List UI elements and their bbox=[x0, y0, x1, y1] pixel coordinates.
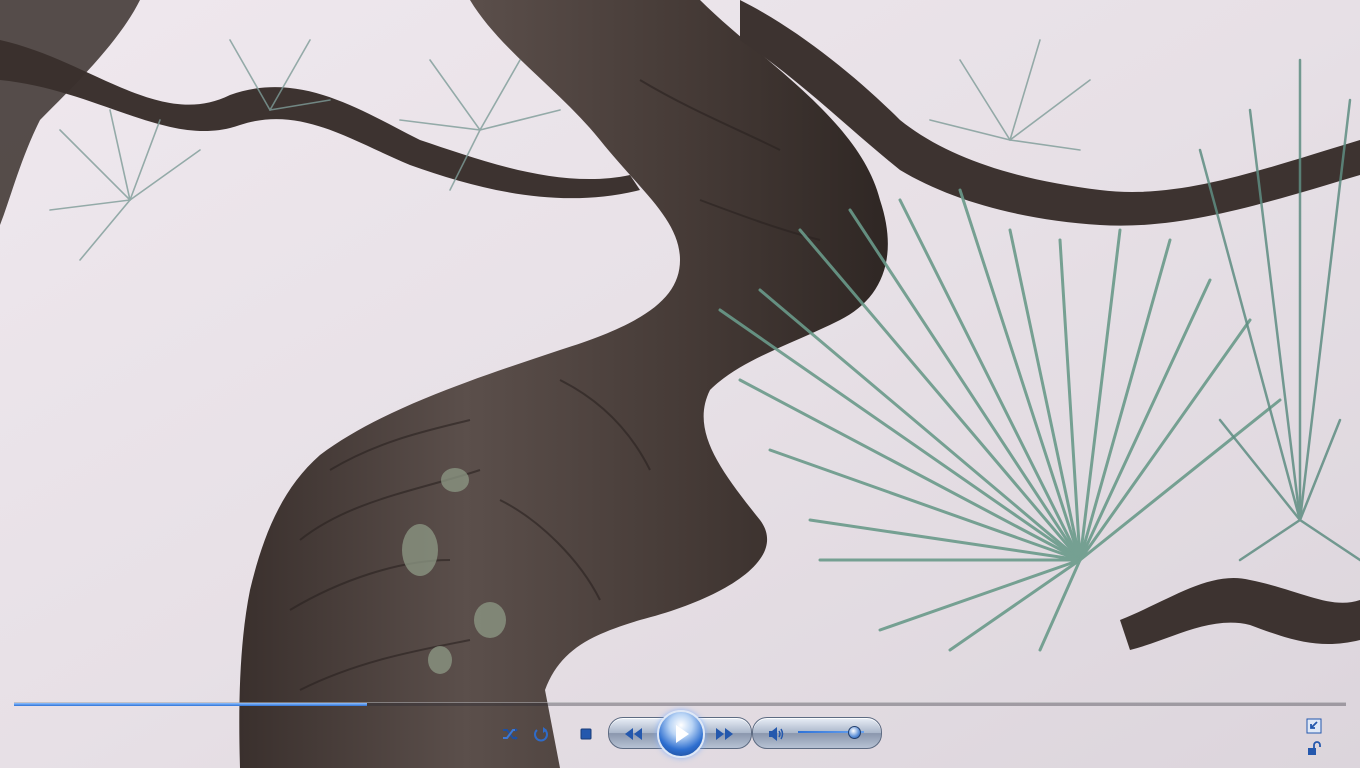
stop-button[interactable] bbox=[574, 722, 598, 746]
fullscreen-icon bbox=[1308, 741, 1321, 755]
rewind-icon bbox=[625, 728, 642, 740]
speaker-icon bbox=[769, 727, 784, 741]
video-frame[interactable] bbox=[0, 0, 1360, 768]
repeat-button[interactable] bbox=[529, 722, 553, 746]
seek-track bbox=[14, 702, 1346, 706]
switch-to-library-icon bbox=[1306, 718, 1322, 734]
media-player-window bbox=[0, 0, 1360, 768]
volume-slider-thumb[interactable] bbox=[848, 726, 861, 739]
previous-button[interactable] bbox=[622, 722, 646, 746]
mute-button[interactable] bbox=[764, 722, 788, 746]
repeat-icon bbox=[534, 727, 548, 742]
shuffle-icon bbox=[503, 728, 518, 740]
next-button[interactable] bbox=[712, 722, 736, 746]
fullscreen-button[interactable] bbox=[1306, 740, 1322, 756]
shuffle-button[interactable] bbox=[498, 722, 522, 746]
switch-to-library-button[interactable] bbox=[1306, 718, 1322, 734]
fast-forward-icon bbox=[716, 728, 733, 740]
play-button[interactable] bbox=[657, 710, 705, 758]
play-icon bbox=[676, 725, 689, 743]
seek-progress-fill bbox=[14, 703, 367, 706]
stop-icon bbox=[580, 728, 592, 740]
player-controls bbox=[0, 690, 1360, 768]
